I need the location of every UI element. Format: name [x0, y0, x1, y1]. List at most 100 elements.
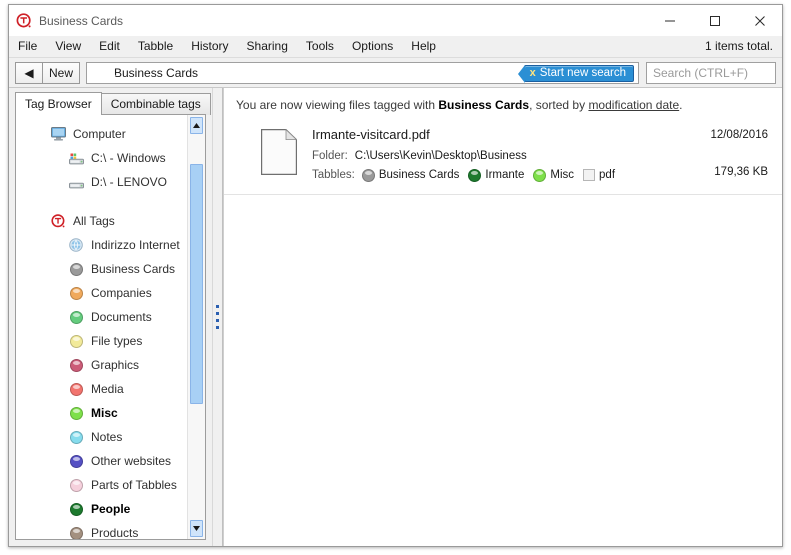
file-date: 12/08/2016 — [710, 129, 768, 141]
tag-sphere-icon — [68, 285, 84, 301]
items-total-label: 1 items total. — [704, 39, 773, 53]
tag-tree-scrollbar[interactable] — [187, 115, 205, 539]
file-tag-label: Irmante — [485, 169, 525, 181]
scrollbar-track[interactable] — [188, 136, 205, 518]
tag-item-business-cards[interactable]: Business Cards — [16, 257, 187, 281]
scroll-up-icon[interactable] — [190, 117, 203, 134]
tree-item-label: Business Cards — [91, 262, 176, 276]
info-tag: Business Cards — [438, 98, 530, 112]
tree-item-label: D:\ - LENOVO — [91, 175, 168, 189]
menu-sharing[interactable]: Sharing — [238, 36, 297, 57]
panel-splitter[interactable] — [212, 88, 223, 546]
tag-item-documents[interactable]: Documents — [16, 305, 187, 329]
file-tag-irmante[interactable]: Irmante — [468, 166, 524, 184]
tree-item-label: Companies — [91, 286, 152, 300]
splitter-grip-icon — [216, 305, 219, 329]
internet-tag-icon — [68, 237, 84, 253]
tag-item-products[interactable]: Products — [16, 521, 187, 539]
file-tag-misc[interactable]: Misc — [533, 166, 574, 184]
tree-item-label: Products — [91, 526, 139, 539]
main-content: You are now viewing files tagged with Bu… — [223, 88, 782, 546]
tag-sphere-icon — [68, 405, 84, 421]
tag-sphere-icon — [68, 501, 84, 517]
tree-item-label: Other websites — [91, 454, 172, 468]
menu-options[interactable]: Options — [343, 36, 402, 57]
tree-item-label: People — [91, 502, 131, 516]
back-button[interactable]: ◀ — [15, 61, 42, 84]
scrollbar-thumb[interactable] — [190, 164, 203, 404]
menu-history[interactable]: History — [182, 36, 237, 57]
new-button[interactable]: New — [42, 61, 80, 84]
tag-item-notes[interactable]: Notes — [16, 425, 187, 449]
tag-sphere-icon — [361, 168, 375, 182]
tag-item-parts-of-tabbles[interactable]: Parts of Tabbles — [16, 473, 187, 497]
hard-drive-icon — [68, 174, 84, 190]
menu-help[interactable]: Help — [402, 36, 445, 57]
tree-item-label: Indirizzo Internet — [91, 238, 180, 252]
tree-item-label: Misc — [91, 406, 118, 420]
file-name[interactable]: Irmante-visitcard.pdf — [312, 126, 678, 144]
menu-view[interactable]: View — [46, 36, 90, 57]
menu-tabble[interactable]: Tabble — [129, 36, 182, 57]
file-size: 179,36 KB — [714, 166, 768, 178]
menu-file[interactable]: File — [9, 36, 46, 57]
menu-edit[interactable]: Edit — [90, 36, 129, 57]
tree-item-all-tags[interactable]: All Tags — [16, 209, 187, 233]
tab-tag-browser[interactable]: Tag Browser — [15, 92, 102, 115]
info-line: You are now viewing files tagged with Bu… — [224, 88, 782, 112]
tag-item-companies[interactable]: Companies — [16, 281, 187, 305]
tree-item-c-windows[interactable]: C:\ - Windows — [16, 146, 187, 170]
tag-sphere-icon — [68, 357, 84, 373]
scroll-down-icon[interactable] — [190, 520, 203, 537]
file-tag-pdf[interactable]: pdf — [583, 166, 615, 184]
tabbles-label: Tabbles: — [312, 169, 355, 181]
tag-item-other-websites[interactable]: Other websites — [16, 449, 187, 473]
close-button[interactable] — [737, 5, 782, 36]
hard-drive-windows-icon — [68, 150, 84, 166]
tree-item-label: Computer — [73, 127, 126, 141]
tab-combinable-tags[interactable]: Combinable tags — [100, 93, 211, 115]
tag-item-misc[interactable]: Misc — [16, 401, 187, 425]
tree-item-label: File types — [91, 334, 143, 348]
title-bar: Business Cards — [9, 5, 782, 36]
tag-sphere-icon — [68, 309, 84, 325]
tree-item-label: Parts of Tabbles — [91, 478, 177, 492]
minimize-button[interactable] — [647, 5, 692, 36]
tag-sphere-icon — [68, 333, 84, 349]
tag-sphere-icon — [468, 168, 482, 182]
body-split: Tag Browser Combinable tags Computer C:\… — [9, 88, 782, 546]
tree-item-label: Documents — [91, 310, 152, 324]
tag-item-graphics[interactable]: Graphics — [16, 353, 187, 377]
path-bar[interactable]: Business Cards x Start new search — [86, 61, 639, 84]
maximize-button[interactable] — [692, 5, 737, 36]
search-placeholder: Search (CTRL+F) — [653, 65, 749, 80]
tag-item-indirizzo-internet[interactable]: Indirizzo Internet — [16, 233, 187, 257]
tree-item-computer[interactable]: Computer — [16, 122, 187, 146]
file-tag-business-cards[interactable]: Business Cards — [361, 166, 459, 184]
tag-square-icon — [583, 169, 596, 181]
tag-tree-container: Computer C:\ - Windows D:\ - LENOVO All … — [15, 114, 206, 540]
sort-link[interactable]: modification date — [588, 98, 679, 112]
tag-item-people[interactable]: People — [16, 497, 187, 521]
start-new-search-button[interactable]: x Start new search — [517, 64, 634, 83]
info-suffix: . — [679, 98, 683, 112]
tree-item-label: All Tags — [73, 214, 115, 228]
tree-item-label: Media — [91, 382, 124, 396]
close-icon[interactable]: x — [530, 67, 536, 79]
menu-bar: File View Edit Tabble History Sharing To… — [9, 36, 782, 58]
file-row[interactable]: Irmante-visitcard.pdf Folder: C:\Users\Kev… — [224, 126, 782, 195]
tag-sphere-icon — [68, 477, 84, 493]
file-tag-label: pdf — [599, 169, 616, 181]
tag-item-file-types[interactable]: File types — [16, 329, 187, 353]
folder-label: Folder: — [312, 150, 348, 162]
tree-item-d-lenovo[interactable]: D:\ - LENOVO — [16, 170, 187, 194]
file-tag-label: Misc — [550, 169, 575, 181]
tag-tree: Computer C:\ - Windows D:\ - LENOVO All … — [16, 115, 187, 539]
menu-tools[interactable]: Tools — [297, 36, 343, 57]
search-input[interactable]: Search (CTRL+F) — [646, 61, 776, 84]
folder-path[interactable]: C:\Users\Kevin\Desktop\Business — [355, 147, 527, 165]
tag-item-media[interactable]: Media — [16, 377, 187, 401]
sidebar-tabstrip: Tag Browser Combinable tags — [9, 92, 212, 115]
tag-sphere-icon — [533, 168, 547, 182]
